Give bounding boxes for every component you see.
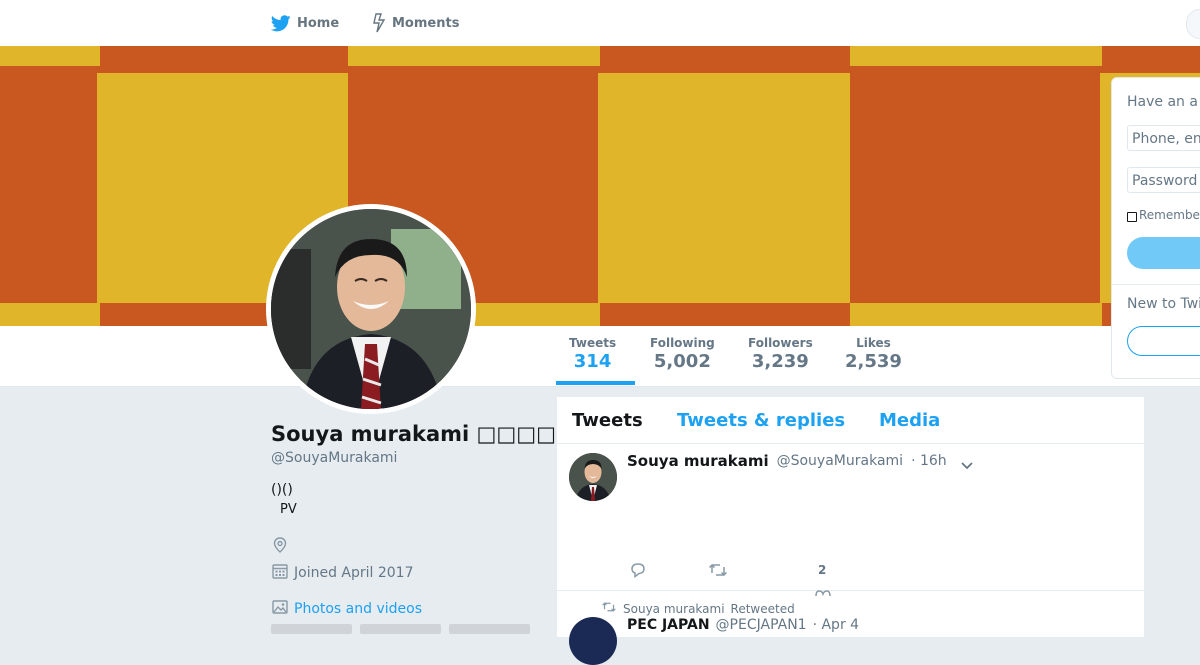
location-pin-icon [271, 536, 289, 558]
banner-tile [850, 303, 1102, 326]
stat-likes-value: 2,539 [845, 351, 902, 372]
signup-button[interactable] [1127, 326, 1200, 356]
nav-moments-label: Moments [392, 15, 460, 31]
stat-following[interactable]: Following 5,002 [650, 336, 715, 372]
profile-joined: Joined April 2017 [271, 562, 414, 584]
photos-and-videos-link[interactable]: Photos and videos [271, 598, 422, 620]
retweet-icon [601, 601, 617, 616]
twitter-bird-icon [271, 14, 291, 32]
tweet-header: Souya murakami @SouyaMurakami · 16h [627, 452, 947, 470]
media-thumbnail[interactable] [449, 624, 530, 634]
top-navigation-bar: Home Moments [0, 0, 1200, 47]
tweet-author-name[interactable]: PEC JAPAN [627, 617, 710, 633]
tab-tweets-and-replies[interactable]: Tweets & replies [677, 410, 845, 431]
tweet-author-handle[interactable]: @PECJAPAN1 [716, 617, 807, 633]
remember-me-label: Remembe [1139, 208, 1200, 222]
tweet-timestamp[interactable]: · 16h [911, 453, 947, 469]
active-stat-underline [556, 381, 635, 385]
banner-tile [0, 46, 100, 66]
retweet-context: Souya murakami Retweeted [601, 601, 795, 616]
image-icon [271, 598, 289, 620]
nav-home[interactable]: Home [271, 12, 339, 34]
tweet-author-avatar[interactable] [569, 617, 617, 665]
retweet-icon[interactable] [708, 561, 728, 583]
avatar-photo [271, 209, 471, 409]
banner-tile [598, 73, 850, 303]
banner-tile [850, 46, 1102, 66]
tab-tweets[interactable]: Tweets [572, 410, 643, 431]
banner-tile [0, 303, 100, 326]
new-to-twitter-text: New to Twi [1127, 296, 1200, 312]
chevron-down-icon[interactable] [960, 456, 974, 475]
remember-me[interactable]: Remembe [1127, 208, 1200, 222]
login-card: Have an a Phone, en Password Remembe New… [1112, 78, 1200, 378]
profile-joined-text: Joined April 2017 [294, 565, 414, 581]
calendar-icon [271, 562, 289, 584]
divider [1112, 284, 1200, 285]
stat-likes-label: Likes [856, 336, 891, 350]
tweet-author-name[interactable]: Souya murakami [627, 452, 769, 470]
media-thumbnail[interactable] [271, 624, 352, 634]
profile-handle[interactable]: @SouyaMurakami [271, 450, 397, 466]
tweet-author-handle[interactable]: @SouyaMurakami [777, 453, 903, 469]
profile-bio-line: PV [280, 502, 297, 517]
remember-me-checkbox[interactable] [1127, 212, 1137, 222]
stat-following-value: 5,002 [653, 351, 711, 372]
stat-followers-value: 3,239 [751, 351, 809, 372]
profile-stats-bar: Tweets 314 Following 5,002 Followers 3,2… [0, 326, 1200, 387]
tweet-author-avatar[interactable] [569, 453, 617, 501]
stat-following-label: Following [650, 336, 715, 350]
profile-location [271, 536, 289, 558]
photos-and-videos-label: Photos and videos [294, 601, 423, 617]
stat-tweets-value: 314 [573, 351, 612, 372]
lightning-icon [372, 13, 386, 33]
retweeted-label: Retweeted [730, 601, 795, 616]
retweeter-name[interactable]: Souya murakami [623, 602, 725, 616]
profile-bio-line: ()() [271, 482, 293, 498]
tab-media[interactable]: Media [879, 410, 940, 431]
password-input[interactable]: Password [1127, 167, 1200, 193]
media-thumbnail[interactable] [360, 624, 441, 634]
tweet[interactable]: Souya murakami @SouyaMurakami · 16h 2 [557, 443, 1144, 597]
timeline-tabs: Tweets Tweets & replies Media [557, 397, 1144, 444]
tweet[interactable]: Souya murakami Retweeted PEC JAPAN @PECJ… [557, 591, 1144, 665]
tweet-header: PEC JAPAN @PECJAPAN1 · Apr 4 [627, 617, 859, 633]
timeline: Tweets Tweets & replies Media Souya mura… [557, 397, 1144, 665]
stat-followers[interactable]: Followers 3,239 [748, 336, 813, 372]
login-title: Have an a [1127, 94, 1198, 110]
stat-likes[interactable]: Likes 2,539 [845, 336, 902, 372]
reply-icon[interactable] [629, 561, 647, 583]
nav-home-label: Home [297, 15, 340, 31]
stat-tweets-label: Tweets [569, 336, 617, 350]
stat-followers-label: Followers [748, 336, 813, 350]
profile-banner [0, 46, 1200, 326]
login-button[interactable] [1127, 237, 1200, 269]
phone-email-input[interactable]: Phone, en [1127, 125, 1200, 151]
search-input[interactable] [1186, 9, 1200, 39]
profile-name: Souya murakami □□□□ [271, 422, 556, 446]
stat-tweets[interactable]: Tweets 314 [569, 336, 616, 372]
like-count: 2 [818, 563, 827, 577]
nav-moments[interactable]: Moments [372, 12, 459, 34]
tweet-timestamp[interactable]: · Apr 4 [813, 617, 859, 633]
profile-avatar[interactable] [266, 204, 476, 414]
banner-tile [348, 46, 600, 66]
